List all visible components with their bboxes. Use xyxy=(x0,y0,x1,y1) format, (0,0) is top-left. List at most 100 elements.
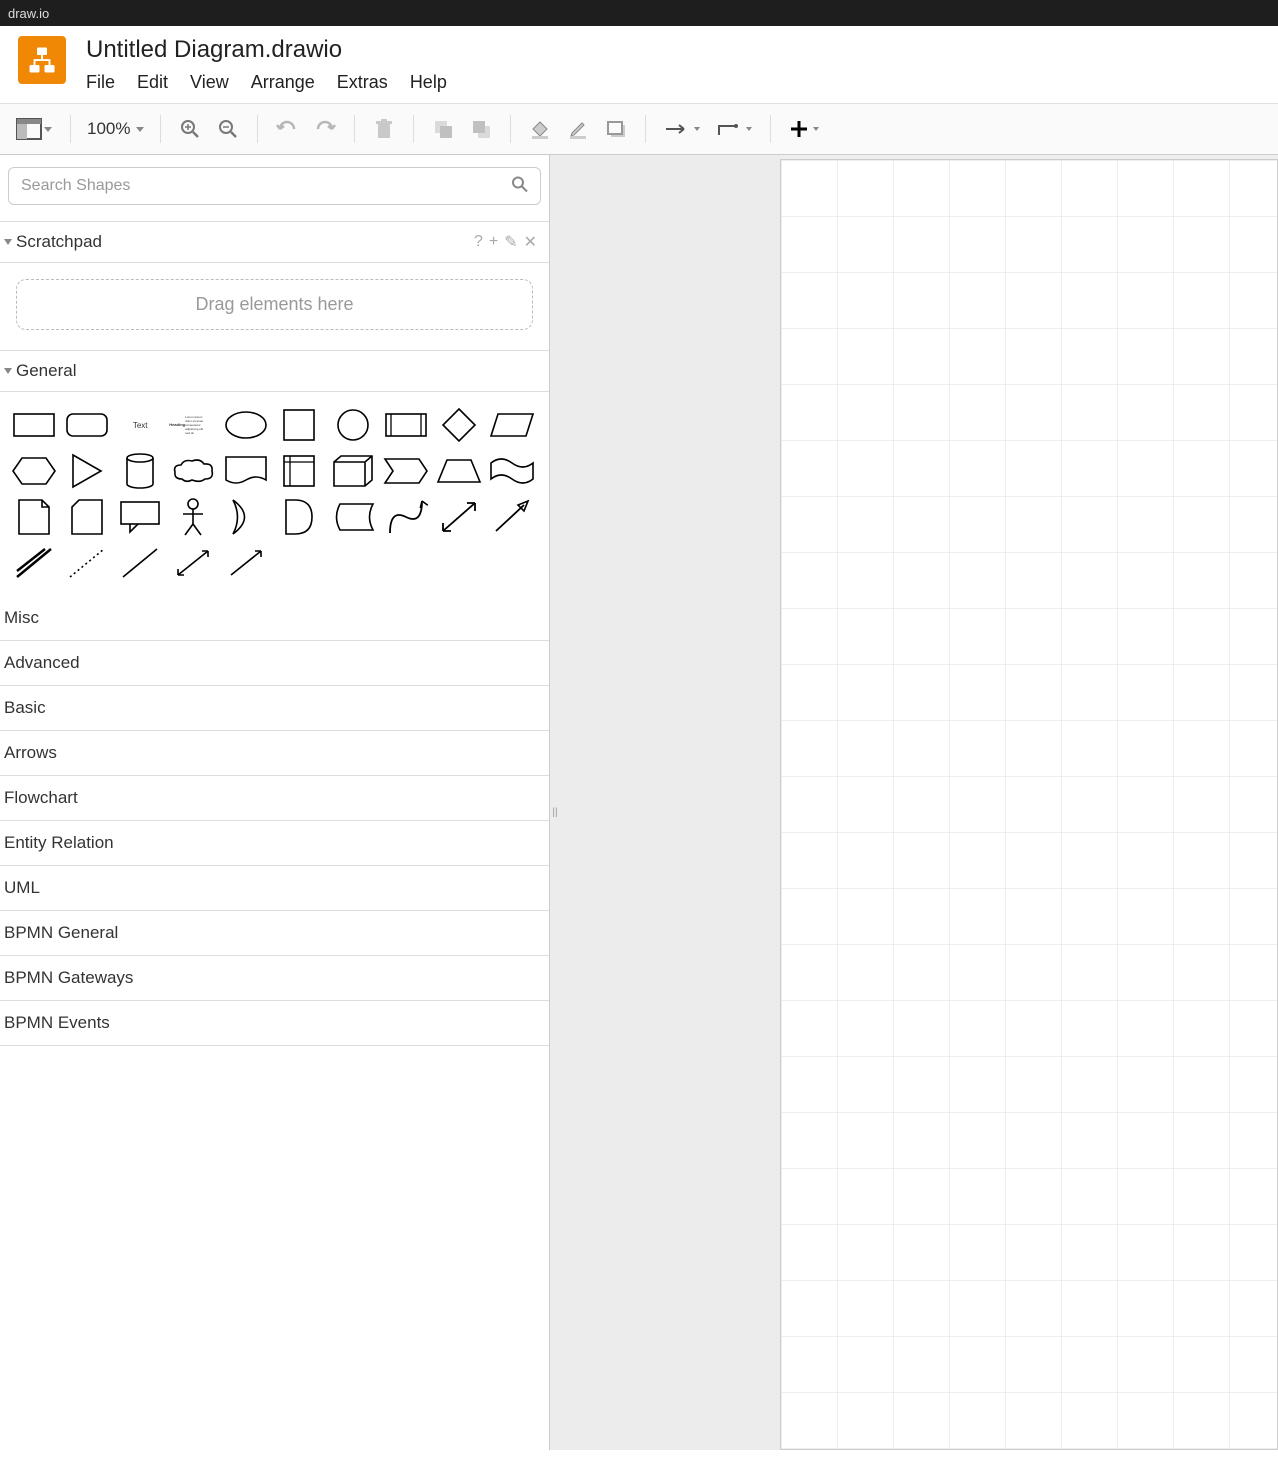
scratchpad-title: Scratchpad xyxy=(16,232,102,252)
shape-rounded-rectangle[interactable] xyxy=(63,406,111,444)
connection-button[interactable] xyxy=(658,119,706,139)
shape-note[interactable] xyxy=(10,498,58,536)
category-misc[interactable]: Misc xyxy=(0,596,549,641)
to-front-button[interactable] xyxy=(426,112,460,146)
shape-trapezoid[interactable] xyxy=(435,452,483,490)
redo-button[interactable] xyxy=(308,112,342,146)
shape-heading[interactable]: HeadingLorem ipsum dolor sit amet consec… xyxy=(169,406,205,444)
canvas[interactable] xyxy=(780,159,1278,1450)
insert-button[interactable] xyxy=(783,115,825,143)
shape-diamond[interactable] xyxy=(435,406,483,444)
category-flowchart[interactable]: Flowchart xyxy=(0,776,549,821)
main: Scratchpad ? + ✎ ✕ Drag elements here Ge… xyxy=(0,155,1278,1450)
shape-hexagon[interactable] xyxy=(10,452,58,490)
zoom-in-button[interactable] xyxy=(173,112,207,146)
shadow-button[interactable] xyxy=(599,112,633,146)
shape-or[interactable] xyxy=(222,498,270,536)
document-title[interactable]: Untitled Diagram.drawio xyxy=(86,32,447,70)
category-label: Basic xyxy=(4,698,46,718)
scratchpad-add-icon[interactable]: + xyxy=(489,233,498,251)
menu-arrange[interactable]: Arrange xyxy=(251,72,315,93)
shape-directional-connector[interactable] xyxy=(222,544,270,582)
shape-circle[interactable] xyxy=(329,406,377,444)
zoom-level[interactable]: 100% xyxy=(83,119,148,139)
delete-button[interactable] xyxy=(367,112,401,146)
shape-dashed-line[interactable] xyxy=(63,544,111,582)
app-logo[interactable] xyxy=(18,36,66,84)
to-back-button[interactable] xyxy=(464,112,498,146)
shape-text[interactable]: Text xyxy=(116,406,164,444)
category-bpmn-gateways[interactable]: BPMN Gateways xyxy=(0,956,549,1001)
category-label: BPMN General xyxy=(4,923,118,943)
shape-and[interactable] xyxy=(275,498,323,536)
scratchpad-header[interactable]: Scratchpad ? + ✎ ✕ xyxy=(0,221,549,263)
app-title: draw.io xyxy=(8,6,49,21)
category-entity-relation[interactable]: Entity Relation xyxy=(0,821,549,866)
shape-internal-storage[interactable] xyxy=(275,452,323,490)
waypoints-button[interactable] xyxy=(710,116,758,142)
category-label: Entity Relation xyxy=(4,833,114,853)
general-header[interactable]: General xyxy=(0,350,549,392)
shapes-grid: Text HeadingLorem ipsum dolor sit amet c… xyxy=(0,392,549,596)
shape-data-storage[interactable] xyxy=(329,498,377,536)
shape-actor[interactable] xyxy=(169,498,217,536)
category-label: Advanced xyxy=(4,653,80,673)
shape-triangle[interactable] xyxy=(63,452,111,490)
zoom-out-button[interactable] xyxy=(211,112,245,146)
category-advanced[interactable]: Advanced xyxy=(0,641,549,686)
shape-process[interactable] xyxy=(382,406,430,444)
shape-link[interactable] xyxy=(10,544,58,582)
shape-arrow[interactable] xyxy=(488,498,536,536)
menu-extras[interactable]: Extras xyxy=(337,72,388,93)
menu-help[interactable]: Help xyxy=(410,72,447,93)
to-front-icon xyxy=(433,119,453,139)
shape-document[interactable] xyxy=(222,452,270,490)
menu-file[interactable]: File xyxy=(86,72,115,93)
category-label: BPMN Events xyxy=(4,1013,110,1033)
view-toggle-button[interactable] xyxy=(10,114,58,144)
undo-button[interactable] xyxy=(270,112,304,146)
category-basic[interactable]: Basic xyxy=(0,686,549,731)
category-bpmn-general[interactable]: BPMN General xyxy=(0,911,549,956)
line-color-button[interactable] xyxy=(561,112,595,146)
shape-cube[interactable] xyxy=(329,452,377,490)
search-icon[interactable] xyxy=(511,176,529,197)
category-bpmn-events[interactable]: BPMN Events xyxy=(0,1001,549,1046)
menu-view[interactable]: View xyxy=(190,72,229,93)
shape-curve[interactable] xyxy=(382,498,430,536)
shape-cylinder[interactable] xyxy=(116,452,164,490)
scratchpad-help-icon[interactable]: ? xyxy=(474,233,483,251)
sidebar-splitter[interactable]: || xyxy=(550,803,560,823)
trash-icon xyxy=(375,119,393,139)
shape-bidirectional-connector[interactable] xyxy=(169,544,217,582)
arrow-icon xyxy=(664,123,690,135)
shadow-icon xyxy=(606,120,626,138)
menubar: File Edit View Arrange Extras Help xyxy=(86,70,447,103)
category-label: Flowchart xyxy=(4,788,78,808)
shape-square[interactable] xyxy=(275,406,323,444)
shape-callout[interactable] xyxy=(116,498,164,536)
scratchpad-close-icon[interactable]: ✕ xyxy=(524,232,537,252)
shape-step[interactable] xyxy=(382,452,430,490)
category-label: BPMN Gateways xyxy=(4,968,133,988)
shape-parallelogram[interactable] xyxy=(488,406,536,444)
logo-icon xyxy=(27,45,57,75)
scratchpad-dropzone[interactable]: Drag elements here xyxy=(16,279,533,330)
shape-card[interactable] xyxy=(63,498,111,536)
shape-ellipse[interactable] xyxy=(222,406,270,444)
shape-cloud[interactable] xyxy=(169,452,217,490)
fill-color-button[interactable] xyxy=(523,112,557,146)
shape-line[interactable] xyxy=(116,544,164,582)
category-arrows[interactable]: Arrows xyxy=(0,731,549,776)
toolbar: 100% xyxy=(0,103,1278,155)
shape-bidirectional-arrow[interactable] xyxy=(435,498,483,536)
shape-tape[interactable] xyxy=(488,452,536,490)
menu-edit[interactable]: Edit xyxy=(137,72,168,93)
search-input[interactable] xyxy=(8,167,541,205)
to-back-icon xyxy=(471,119,491,139)
category-uml[interactable]: UML xyxy=(0,866,549,911)
category-label: Misc xyxy=(4,608,39,628)
scratchpad-edit-icon[interactable]: ✎ xyxy=(504,232,517,252)
shape-rectangle[interactable] xyxy=(10,406,58,444)
sidebar-icon xyxy=(16,118,42,140)
